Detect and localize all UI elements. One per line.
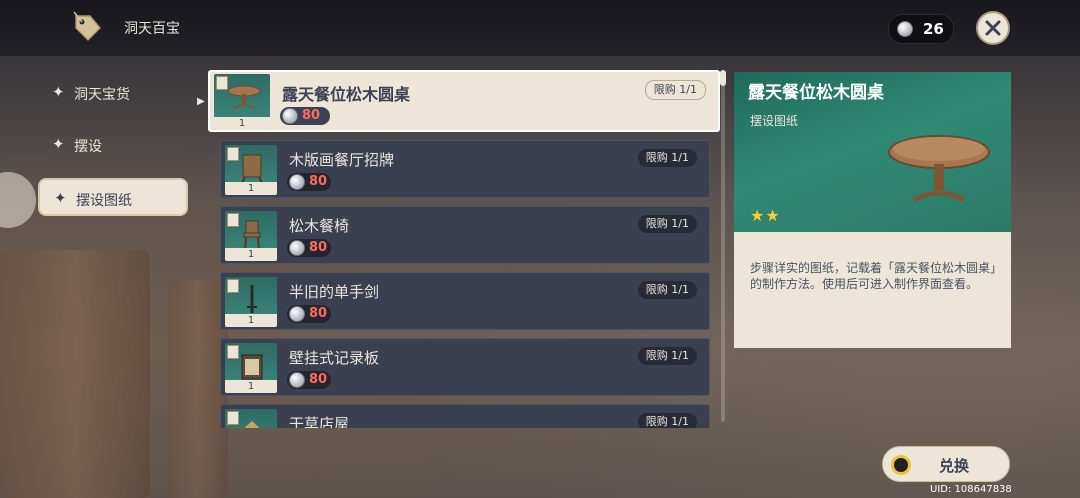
- price-value: 80: [309, 240, 328, 255]
- list-scrollbar[interactable]: [721, 70, 725, 422]
- item-name: 干草店屋: [289, 415, 350, 428]
- purchase-limit-badge: 限购 1/1: [637, 281, 697, 299]
- round-table-icon: [227, 85, 261, 109]
- price-value: 80: [309, 174, 328, 189]
- item-name: 露天餐位松木圆桌: [282, 85, 411, 104]
- list-item[interactable]: 1 木版画餐厅招牌 80 限购 1/1: [220, 140, 710, 198]
- item-quantity: 1: [225, 182, 277, 195]
- silver-coin-icon: [289, 174, 305, 190]
- item-detail-panel: 露天餐位松木圆桌 摆设图纸 ★★ 步骤详实的图纸，记载着「露天餐位松木圆桌」的制…: [734, 72, 1011, 348]
- silver-coin-icon: [897, 21, 913, 37]
- item-quantity: 1: [225, 248, 277, 261]
- item-thumbnail: 1: [225, 145, 277, 195]
- item-name: 松木餐椅: [289, 217, 350, 235]
- price-value: 80: [309, 372, 328, 387]
- purchase-limit-badge: 限购 1/1: [637, 347, 697, 365]
- signboard-icon: [240, 154, 264, 185]
- item-price: 80: [287, 305, 331, 323]
- background-pillar: [0, 250, 150, 498]
- confirm-ring-icon: [891, 455, 911, 475]
- detail-header: 露天餐位松木圆桌 摆设图纸 ★★: [734, 72, 1011, 232]
- item-thumbnail: [225, 409, 277, 428]
- hut-icon: [244, 421, 260, 428]
- list-item[interactable]: 1 露天餐位松木圆桌 80 限购 1/1: [208, 70, 720, 132]
- silver-coin-icon: [289, 240, 305, 256]
- page-title: 洞天百宝: [124, 21, 180, 37]
- sparkle-icon: ✦: [52, 83, 65, 101]
- scrollbar-thumb[interactable]: [720, 70, 726, 86]
- item-price: 80: [287, 173, 331, 191]
- chair-icon: [243, 220, 261, 250]
- tab-furnishings[interactable]: ✦ 摆设: [38, 126, 188, 164]
- list-item[interactable]: 1 壁挂式记录板 80 限购 1/1: [220, 338, 710, 396]
- item-name: 木版画餐厅招牌: [289, 151, 395, 169]
- purchase-limit-badge: 限购 1/1: [637, 413, 697, 428]
- close-button[interactable]: [976, 11, 1010, 45]
- item-price: 80: [287, 239, 331, 257]
- silver-coin-icon: [282, 108, 298, 124]
- price-tag-icon: [73, 11, 102, 42]
- detail-description: 步骤详实的图纸，记载着「露天餐位松木圆桌」的制作方法。使用后可进入制作界面查看。: [750, 261, 997, 291]
- item-thumbnail: 1: [225, 343, 277, 393]
- item-thumbnail: 1: [225, 211, 277, 261]
- tab-blueprints[interactable]: ✦ 摆设图纸: [38, 178, 188, 216]
- top-bar: 洞天百宝 26: [0, 0, 1080, 56]
- detail-description-box: 步骤详实的图纸，记载着「露天餐位松木圆桌」的制作方法。使用后可进入制作界面查看。: [734, 232, 1011, 348]
- tab-treasures[interactable]: ✦ 洞天宝货: [38, 74, 188, 112]
- rarity-stars: ★★: [750, 206, 781, 225]
- sparkle-icon: ✦: [52, 135, 65, 153]
- redeem-button[interactable]: 兑换: [882, 446, 1010, 482]
- item-thumbnail: 1: [214, 74, 270, 130]
- detail-item-name: 露天餐位松木圆桌: [748, 83, 884, 103]
- purchase-limit-badge: 限购 1/1: [637, 215, 697, 233]
- board-icon: [241, 354, 263, 380]
- item-name: 半旧的单手剑: [289, 283, 380, 301]
- sparkle-icon: ✦: [54, 189, 67, 207]
- side-emblem: [0, 172, 36, 228]
- tab-label: 摆设图纸: [76, 193, 132, 209]
- silver-coin-icon: [289, 372, 305, 388]
- round-table-icon: [888, 135, 990, 203]
- currency-count: 26: [923, 20, 944, 38]
- silver-coin-icon: [289, 306, 305, 322]
- price-value: 80: [302, 108, 321, 123]
- item-price: 80: [287, 371, 331, 389]
- list-item[interactable]: 1 松木餐椅 80 限购 1/1: [220, 206, 710, 264]
- detail-category: 摆设图纸: [750, 114, 799, 128]
- currency-counter: 26: [888, 14, 954, 44]
- tab-label: 洞天宝货: [74, 87, 130, 103]
- user-id: UID: 108647838: [930, 484, 1012, 495]
- list-item[interactable]: 干草店屋 限购 1/1: [220, 404, 710, 428]
- item-name: 壁挂式记录板: [289, 349, 380, 367]
- close-icon: [985, 20, 1001, 36]
- item-price: 80: [280, 107, 330, 125]
- item-list: 1 露天餐位松木圆桌 80 限购 1/1 1 木版画餐厅招牌 80 限购 1/1: [208, 70, 724, 428]
- redeem-label: 兑换: [939, 457, 970, 475]
- item-thumbnail: 1: [225, 277, 277, 327]
- price-value: 80: [309, 306, 328, 321]
- item-quantity: 1: [214, 117, 270, 130]
- purchase-limit-badge: 限购 1/1: [637, 149, 697, 167]
- selection-arrow-icon: ▶: [197, 96, 205, 107]
- item-quantity: 1: [225, 314, 277, 327]
- item-quantity: 1: [225, 380, 277, 393]
- tab-label: 摆设: [74, 139, 102, 155]
- list-item[interactable]: 1 半旧的单手剑 80 限购 1/1: [220, 272, 710, 330]
- purchase-limit-badge: 限购 1/1: [644, 80, 706, 100]
